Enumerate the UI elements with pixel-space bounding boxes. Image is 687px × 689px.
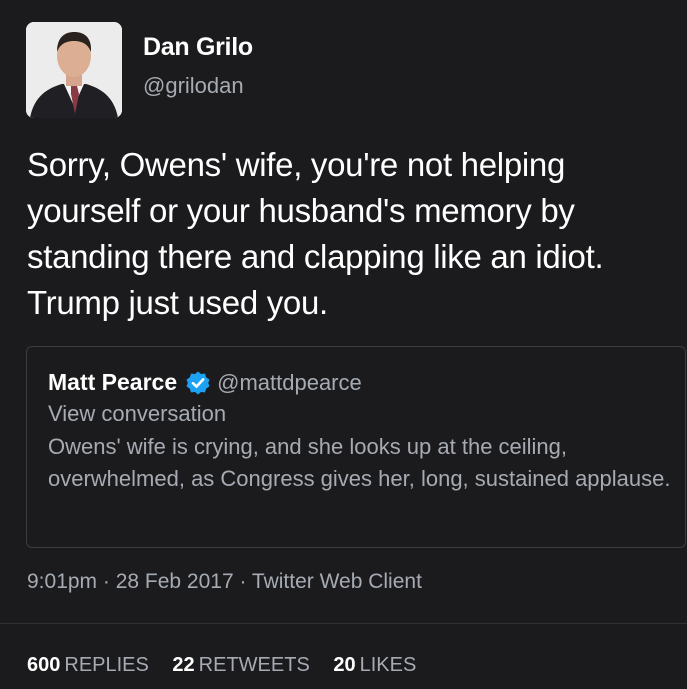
engagement-stats: 600 REPLIES 22 RETWEETS 20 LIKES (27, 654, 434, 677)
replies-stat[interactable]: 600 REPLIES (27, 654, 149, 676)
quoted-author-name[interactable]: Matt Pearce (48, 369, 177, 396)
avatar[interactable] (26, 22, 122, 118)
retweets-count: 22 (172, 654, 195, 676)
verified-badge-icon (185, 370, 211, 396)
quoted-tweet-text: Owens' wife is crying, and she looks up … (48, 434, 671, 491)
replies-label: REPLIES (64, 654, 149, 676)
tweet-timestamp-source[interactable]: 9:01pm · 28 Feb 2017 · Twitter Web Clien… (27, 570, 422, 594)
replies-count: 600 (27, 654, 61, 676)
avatar-photo (26, 22, 122, 118)
quoted-author-handle[interactable]: @mattdpearce (217, 370, 362, 396)
view-conversation-link[interactable]: View conversation (48, 401, 226, 427)
quoted-tweet[interactable]: Matt Pearce @mattdpearce View conversati… (26, 346, 686, 548)
likes-count: 20 (333, 654, 356, 676)
quoted-tweet-header: Matt Pearce @mattdpearce (48, 369, 362, 396)
tweet-card: Dan Grilo @grilodan Sorry, Owens' wife, … (0, 0, 687, 689)
author-handle[interactable]: @grilodan (143, 73, 244, 99)
retweets-label: RETWEETS (198, 654, 310, 676)
likes-label: LIKES (359, 654, 417, 676)
likes-stat[interactable]: 20 LIKES (333, 654, 416, 676)
divider (0, 623, 687, 624)
author-name[interactable]: Dan Grilo (143, 33, 253, 62)
tweet-text: Sorry, Owens' wife, you're not helping y… (27, 146, 604, 321)
retweets-stat[interactable]: 22 RETWEETS (172, 654, 309, 676)
